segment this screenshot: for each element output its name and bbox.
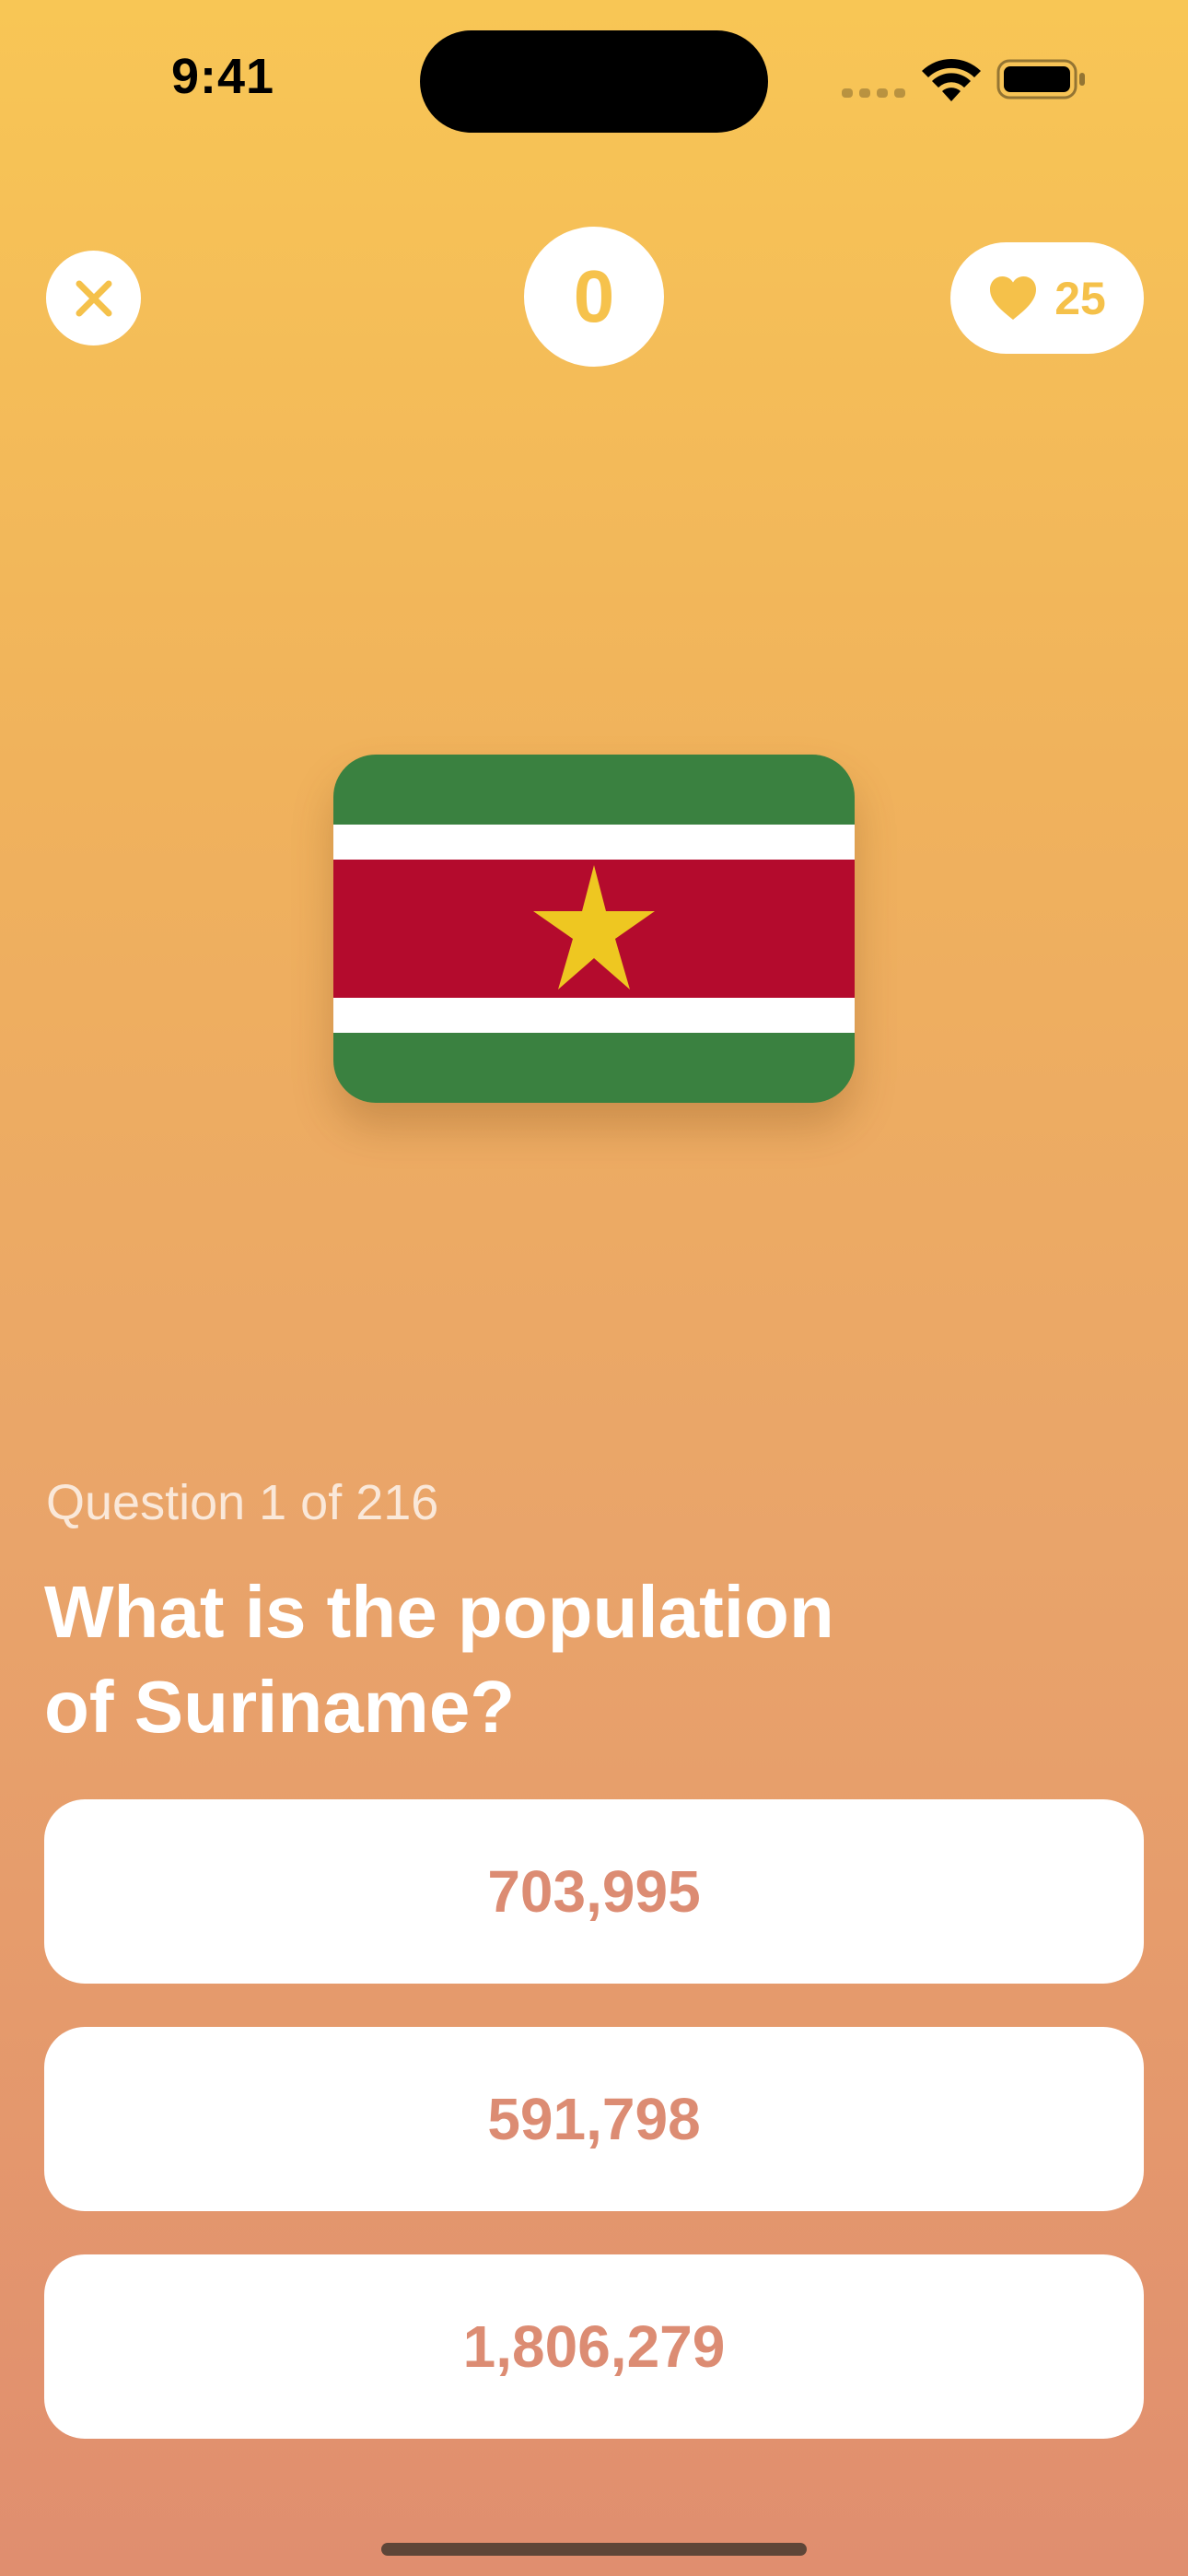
- question-counter: Question 1 of 216: [46, 1475, 439, 1530]
- signal-icon: [842, 88, 905, 98]
- dynamic-island: [420, 30, 768, 133]
- heart-icon: [990, 275, 1037, 320]
- wifi-icon: [922, 59, 981, 101]
- home-indicator[interactable]: [381, 2543, 807, 2556]
- flag-image: [333, 755, 855, 1103]
- lives-counter: 25: [950, 242, 1144, 354]
- status-time: 9:41: [171, 49, 275, 104]
- answer-option-1[interactable]: 703,995: [44, 1799, 1144, 1984]
- question-text: What is the population of Suriname?: [44, 1571, 834, 1748]
- close-icon: [76, 280, 111, 316]
- battery-icon: [996, 59, 1085, 100]
- score-badge: 0: [524, 227, 664, 367]
- answer-option-2[interactable]: 591,798: [44, 2027, 1144, 2211]
- close-button[interactable]: [46, 251, 141, 345]
- answer-option-3[interactable]: 1,806,279: [44, 2254, 1144, 2439]
- quiz-screen: 9:41 0 25 Question 1 of 216 What is the …: [0, 0, 1188, 2576]
- lives-count: 25: [1054, 272, 1106, 324]
